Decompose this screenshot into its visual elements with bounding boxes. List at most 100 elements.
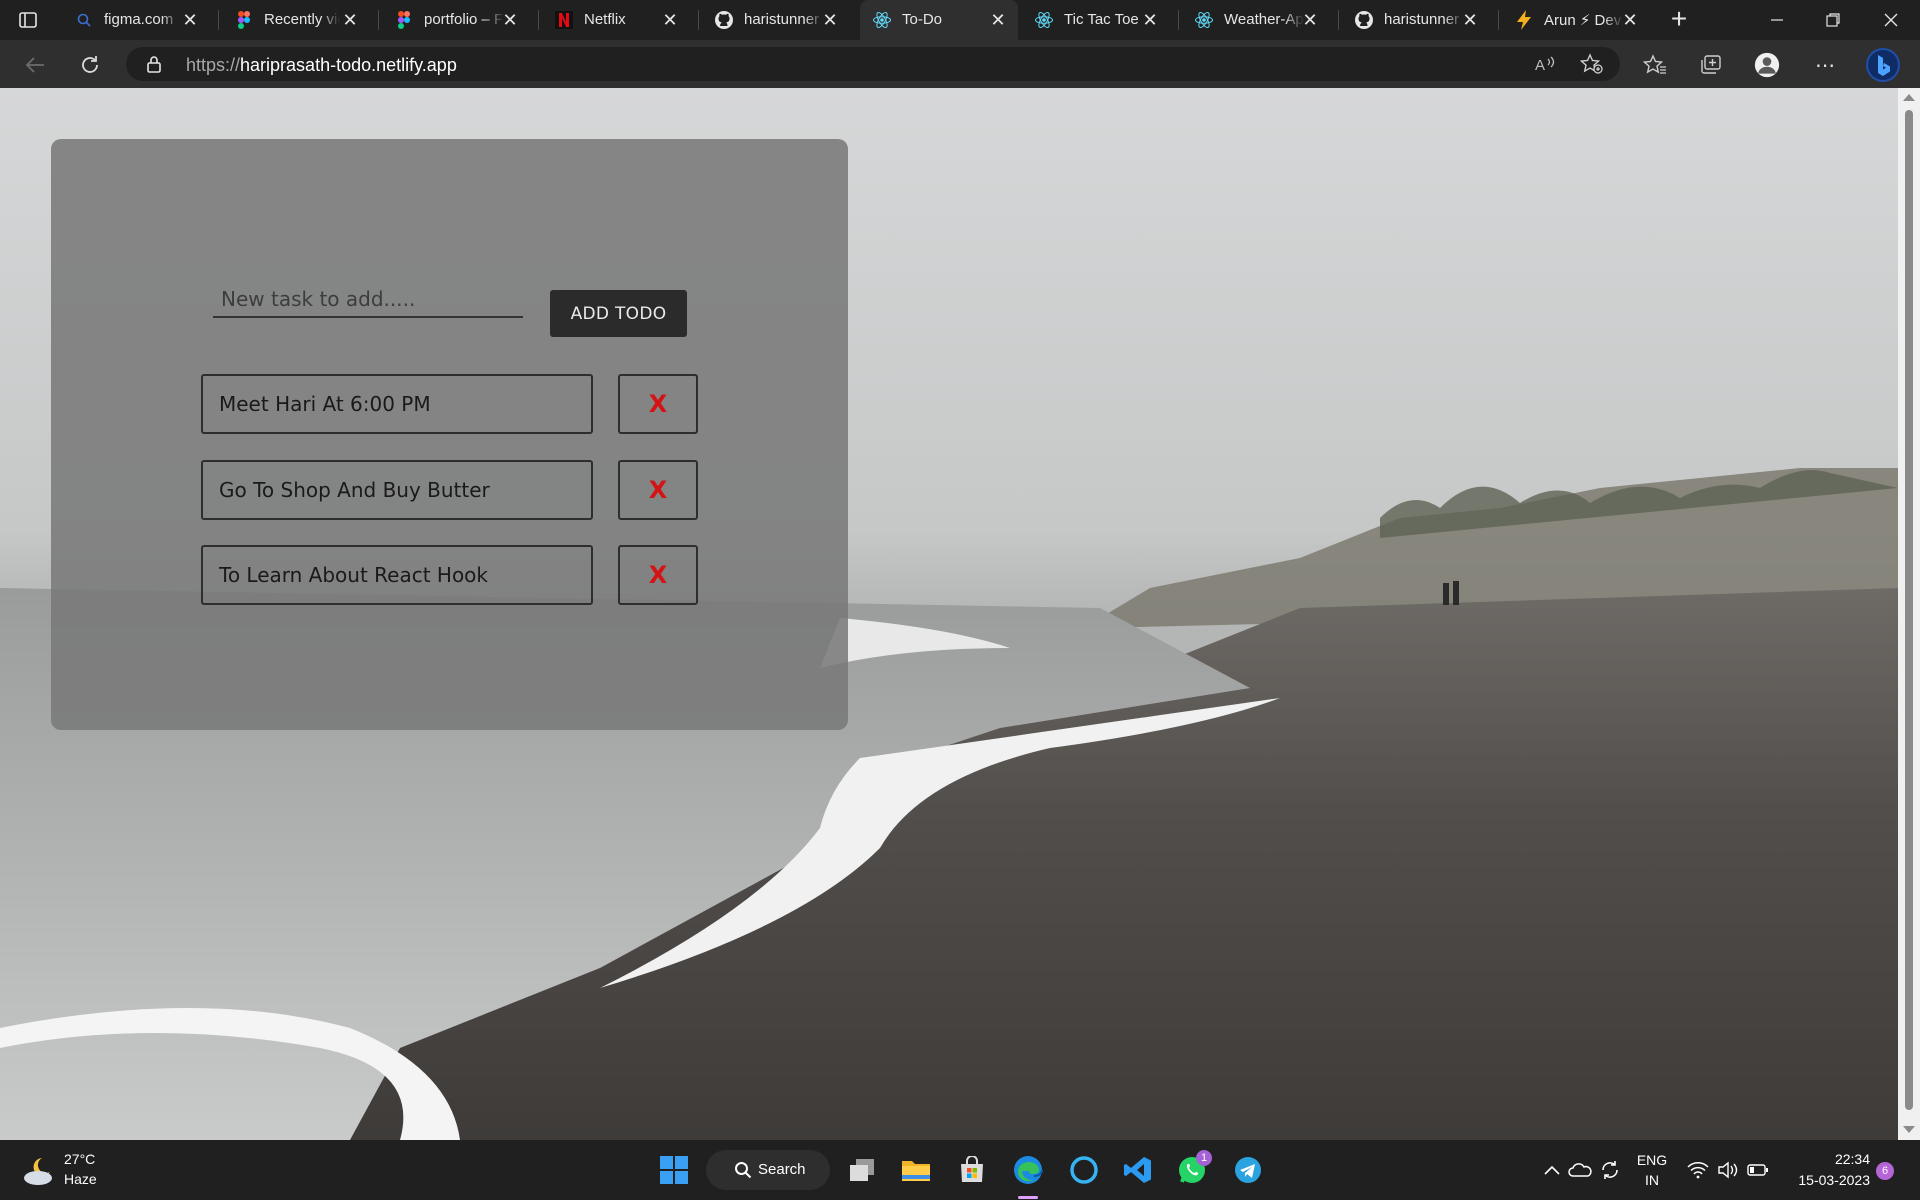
- browser-toolbar: https://hariprasath-todo.netlify.app A ⋯: [0, 40, 1920, 88]
- task-view-icon[interactable]: [846, 1154, 878, 1186]
- react-icon: [872, 10, 892, 30]
- tab-netflix[interactable]: Netflix ✕: [542, 0, 690, 40]
- battery-icon[interactable]: [1742, 1154, 1774, 1186]
- profile-avatar-icon[interactable]: [1754, 52, 1780, 78]
- notification-count-badge[interactable]: 6: [1876, 1162, 1894, 1180]
- delete-todo-button[interactable]: X: [618, 374, 698, 434]
- read-aloud-icon[interactable]: A: [1534, 54, 1556, 79]
- tab-title: Weather-App: [1224, 11, 1304, 28]
- clock-date[interactable]: 15-03-2023: [1784, 1172, 1870, 1188]
- netflix-icon: [554, 10, 574, 30]
- start-windows-icon[interactable]: [658, 1154, 690, 1186]
- delete-todo-button[interactable]: X: [618, 545, 698, 605]
- close-icon[interactable]: ✕: [340, 10, 360, 30]
- sync-icon[interactable]: [1594, 1154, 1626, 1186]
- edge-browser-icon[interactable]: [1012, 1154, 1044, 1186]
- file-explorer-icon[interactable]: [900, 1154, 932, 1186]
- todo-item-text[interactable]: Meet Hari At 6:00 PM: [201, 374, 593, 434]
- close-icon[interactable]: ✕: [500, 10, 520, 30]
- close-icon[interactable]: ✕: [1460, 10, 1480, 30]
- todo-item-text[interactable]: To Learn About React Hook: [201, 545, 593, 605]
- more-options-icon[interactable]: ⋯: [1812, 52, 1838, 78]
- search-icon: [74, 10, 94, 30]
- language-line-1[interactable]: ENG: [1632, 1152, 1672, 1168]
- tab-title: portfolio – Figma: [424, 11, 504, 28]
- add-favorite-icon[interactable]: [1579, 53, 1604, 80]
- language-line-2[interactable]: IN: [1632, 1172, 1672, 1188]
- cortana-icon[interactable]: [1068, 1154, 1100, 1186]
- tab-recently-viewed[interactable]: Recently viewed ✕: [222, 0, 370, 40]
- lightning-icon: [1514, 10, 1534, 30]
- scroll-down-icon[interactable]: [1903, 1126, 1915, 1133]
- tab-portfolio[interactable]: portfolio – Figma ✕: [382, 0, 530, 40]
- search-icon: [734, 1161, 752, 1184]
- volume-icon[interactable]: [1712, 1154, 1744, 1186]
- scroll-up-icon[interactable]: [1903, 94, 1915, 101]
- close-icon[interactable]: ✕: [180, 10, 200, 30]
- todo-card: ADD TODO Meet Hari At 6:00 PM X Go To Sh…: [51, 139, 848, 730]
- tab-title: haristunner: [1384, 11, 1460, 28]
- close-icon[interactable]: ✕: [1140, 10, 1160, 30]
- react-icon: [1194, 10, 1214, 30]
- new-tab-button[interactable]: +: [1666, 5, 1692, 33]
- tab-arun-dev[interactable]: Arun ⚡ Dev ✕: [1502, 0, 1650, 40]
- back-icon[interactable]: [22, 52, 48, 78]
- svg-text:A: A: [1535, 57, 1545, 74]
- github-icon: [1354, 10, 1374, 30]
- wifi-icon[interactable]: [1682, 1154, 1714, 1186]
- collections-icon[interactable]: [1698, 52, 1724, 78]
- add-todo-button[interactable]: ADD TODO: [550, 290, 687, 337]
- tab-github-2[interactable]: haristunner ✕: [1342, 0, 1490, 40]
- tab-github-1[interactable]: haristunner ✕: [702, 0, 850, 40]
- weather-temperature[interactable]: 27°C: [64, 1151, 95, 1167]
- tab-actions-icon[interactable]: [18, 10, 38, 30]
- weather-icon[interactable]: [20, 1152, 58, 1190]
- todo-item: To Learn About React Hook X: [201, 545, 711, 605]
- weather-condition[interactable]: Haze: [64, 1171, 97, 1187]
- whatsapp-badge: 1: [1196, 1150, 1212, 1166]
- restore-icon[interactable]: [1818, 8, 1848, 32]
- microsoft-store-icon[interactable]: [956, 1154, 988, 1186]
- todo-item-text[interactable]: Go To Shop And Buy Butter: [201, 460, 593, 520]
- github-icon: [714, 10, 734, 30]
- tab-tic-tac-toe[interactable]: Tic Tac Toe ✕: [1022, 0, 1170, 40]
- close-icon[interactable]: ✕: [660, 10, 680, 30]
- tab-separator: [1498, 10, 1499, 30]
- todo-item: Meet Hari At 6:00 PM X: [201, 374, 711, 434]
- new-task-input[interactable]: [213, 282, 523, 318]
- tab-todo-active[interactable]: To-Do ✕: [860, 0, 1018, 40]
- tab-separator: [1338, 10, 1339, 30]
- bing-chat-icon[interactable]: [1864, 46, 1902, 84]
- close-window-icon[interactable]: [1876, 8, 1906, 32]
- clock-time[interactable]: 22:34: [1786, 1151, 1870, 1167]
- close-icon[interactable]: ✕: [988, 10, 1008, 30]
- vscode-icon[interactable]: [1122, 1154, 1154, 1186]
- tab-figma-search[interactable]: figma.com ✕: [62, 0, 210, 40]
- figma-icon: [234, 10, 254, 30]
- close-icon[interactable]: ✕: [1300, 10, 1320, 30]
- scroll-thumb[interactable]: [1905, 110, 1913, 1110]
- onedrive-icon[interactable]: [1564, 1154, 1596, 1186]
- address-bar[interactable]: https://hariprasath-todo.netlify.app A: [126, 47, 1620, 81]
- taskbar-search[interactable]: Search: [706, 1150, 830, 1190]
- todo-item: Go To Shop And Buy Butter X: [201, 460, 711, 520]
- tab-separator: [378, 10, 379, 30]
- close-icon[interactable]: ✕: [820, 10, 840, 30]
- refresh-icon[interactable]: [77, 52, 103, 78]
- minimize-icon[interactable]: [1762, 8, 1792, 32]
- tab-separator: [1178, 10, 1179, 30]
- close-icon[interactable]: ✕: [1620, 10, 1640, 30]
- delete-todo-button[interactable]: X: [618, 460, 698, 520]
- lock-icon[interactable]: [146, 55, 162, 78]
- tab-weather-app[interactable]: Weather-App ✕: [1182, 0, 1330, 40]
- tab-title: Arun ⚡ Dev: [1544, 12, 1622, 29]
- favorites-icon[interactable]: [1642, 52, 1668, 78]
- windows-taskbar: 27°C Haze Search 1 ENG IN 22:34 15-03-20…: [0, 1140, 1920, 1200]
- tab-strip: figma.com ✕ Recently viewed ✕ portfolio …: [0, 0, 1920, 40]
- url-text: https://hariprasath-todo.netlify.app: [186, 55, 457, 76]
- tab-title: Netflix: [584, 11, 626, 28]
- active-app-indicator: [1018, 1196, 1038, 1199]
- vertical-scrollbar[interactable]: [1898, 88, 1920, 1140]
- tab-title: figma.com: [104, 11, 174, 28]
- telegram-icon[interactable]: [1232, 1154, 1264, 1186]
